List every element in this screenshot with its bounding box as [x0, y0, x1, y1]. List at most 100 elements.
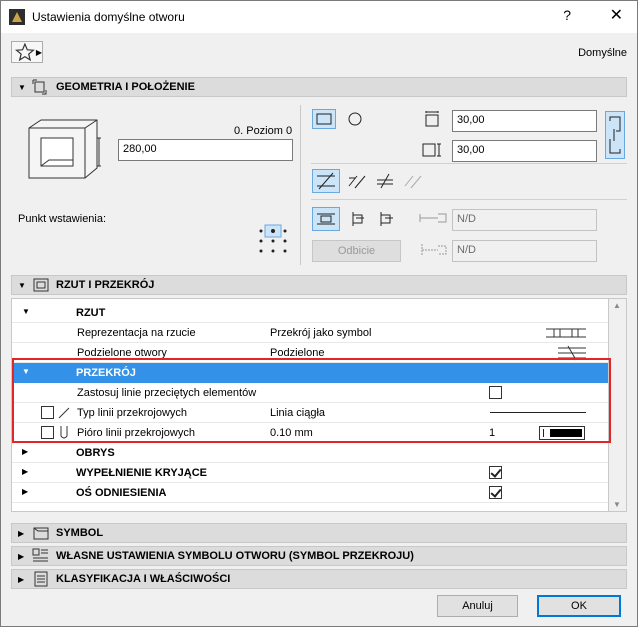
height-icon	[422, 143, 441, 157]
group-label-przekroj: PRZEKRÓJ	[76, 367, 136, 379]
settings-tree: ▼ RZUT Reprezentacja na rzucie Przekrój …	[11, 298, 609, 512]
orientation-button-4[interactable]	[401, 171, 425, 191]
group-label-obrys: OBRYS	[76, 447, 115, 459]
row-value: Podzielone	[270, 347, 325, 359]
reference-axis-checkbox[interactable]	[489, 486, 502, 499]
mirror-button[interactable]: Odbicie	[312, 240, 401, 262]
split-opening-icon	[558, 345, 586, 361]
plan-section-title: RZUT I PRZEKRÓJ	[56, 279, 155, 291]
geometry-section-header[interactable]: ▼ GEOMETRIA I POŁOŻENIE	[11, 77, 627, 97]
rectangle-shape-button[interactable]	[312, 109, 336, 129]
line-type-icon	[58, 407, 70, 419]
anchor-point-grid-icon[interactable]	[255, 223, 291, 257]
expand-arrow-icon: ▶	[22, 487, 29, 496]
level-label: 0. Poziom 0	[234, 125, 293, 137]
reveal-right-icon	[380, 212, 393, 226]
scroll-up-icon[interactable]: ▲	[613, 301, 621, 310]
pen-number: 1	[489, 427, 496, 439]
opening-preview-icon	[28, 119, 101, 179]
custom-settings-section-header[interactable]: ▶ WŁASNE USTAWIENIA SYMBOLU OTWORU (SYMB…	[11, 546, 627, 566]
chain-link-icon	[609, 116, 621, 154]
app-icon	[9, 9, 25, 25]
tree-group-przekroj[interactable]: ▼ PRZEKRÓJ	[12, 363, 608, 383]
expand-arrow-icon: ▼	[18, 280, 26, 290]
cross-lines-icon	[317, 172, 335, 190]
offset-icon-1	[419, 213, 447, 223]
group-label-os: OŚ ODNIESIENIA	[76, 487, 167, 499]
expand-arrow-icon: ▶	[18, 574, 25, 584]
diagonal-lines-icon	[348, 175, 366, 189]
tree-group-wypelnienie[interactable]: ▶ WYPEŁNIENIE KRYJĄCE	[12, 463, 608, 483]
faded-lines-icon	[404, 175, 422, 189]
cancel-button[interactable]: Anuluj	[437, 595, 518, 617]
slash-lines-icon	[377, 173, 393, 189]
insertion-point-label: Punkt wstawienia:	[18, 213, 107, 225]
nd-input-2: N/D	[452, 240, 597, 262]
scroll-down-icon[interactable]: ▼	[613, 500, 621, 509]
title-bar: Ustawienia domyślne otworu ? ✕	[1, 1, 637, 33]
orientation-button-2[interactable]	[345, 171, 369, 191]
line-preview	[490, 412, 586, 413]
row-value: 0.10 mm	[270, 427, 313, 439]
expand-arrow-icon: ▶	[18, 551, 25, 561]
row-link-checkbox[interactable]	[41, 406, 54, 419]
cover-fill-checkbox[interactable]	[489, 466, 502, 479]
expand-arrow-icon: ▼	[18, 82, 26, 92]
pen-color-swatch[interactable]	[539, 426, 585, 440]
horizontal-divider	[311, 163, 627, 164]
depth-input[interactable]: 30,00	[452, 140, 597, 162]
width-input[interactable]: 30,00	[452, 110, 597, 132]
collapse-arrow-icon: ▼	[22, 367, 30, 376]
classification-icon	[34, 571, 48, 587]
classification-title: KLASYFIKACJA I WŁAŚCIWOŚCI	[56, 573, 231, 585]
reveal-button-2[interactable]	[347, 209, 371, 229]
row-label: Podzielone otwory	[77, 347, 167, 359]
reveal-left-icon	[352, 212, 364, 226]
classification-section-header[interactable]: ▶ KLASYFIKACJA I WŁAŚCIWOŚCI	[11, 569, 627, 589]
plan-section-icon	[33, 278, 49, 292]
reveal-button-1[interactable]	[312, 207, 340, 231]
tree-row[interactable]: Zastosuj linie przeciętych elementów	[12, 383, 608, 403]
plan-section-header[interactable]: ▼ RZUT I PRZEKRÓJ	[11, 275, 627, 295]
tree-group-obrys[interactable]: ▶ OBRYS	[12, 443, 608, 463]
pen-icon	[60, 426, 68, 439]
row-label: Reprezentacja na rzucie	[77, 327, 196, 339]
height-input[interactable]: 280,00	[118, 139, 293, 161]
tree-scrollbar[interactable]: ▲ ▼	[609, 298, 627, 512]
tree-row[interactable]: Pióro linii przekrojowych 0.10 mm 1	[12, 423, 608, 443]
close-button[interactable]: ✕	[610, 5, 623, 25]
row-value: Przekrój jako symbol	[270, 327, 372, 339]
geometry-title: GEOMETRIA I POŁOŻENIE	[56, 81, 195, 93]
reveal-button-3[interactable]	[374, 209, 398, 229]
tree-group-rzut[interactable]: ▼ RZUT	[12, 303, 608, 323]
circle-shape-button[interactable]	[343, 109, 367, 129]
tree-row[interactable]: Reprezentacja na rzucie Przekrój jako sy…	[12, 323, 608, 343]
horizontal-divider-2	[311, 199, 627, 200]
tree-row[interactable]: Podzielone otwory Podzielone	[12, 343, 608, 363]
orientation-button-1[interactable]	[312, 169, 340, 193]
favorites-button[interactable]: ▶	[11, 41, 43, 63]
symbol-icon	[33, 527, 49, 540]
custom-settings-title: WŁASNE USTAWIENIA SYMBOLU OTWORU (SYMBOL…	[56, 550, 414, 562]
nd-input-1: N/D	[452, 209, 597, 231]
rectangle-icon	[316, 113, 332, 125]
tree-group-os[interactable]: ▶ OŚ ODNIESIENIA	[12, 483, 608, 503]
reveal-both-icon	[317, 213, 335, 225]
symbol-preview-icon	[546, 328, 586, 338]
width-icon	[425, 111, 439, 127]
window-title: Ustawienia domyślne otworu	[32, 10, 185, 24]
symbol-section-header[interactable]: ▶ SYMBOL	[11, 523, 627, 543]
orientation-button-3[interactable]	[373, 171, 397, 191]
defaults-label: Domyślne	[578, 47, 627, 59]
dialog-window: Ustawienia domyślne otworu ? ✕ ▶ Domyśln…	[0, 0, 638, 627]
apply-cut-lines-checkbox[interactable]	[489, 386, 502, 399]
row-link-checkbox[interactable]	[41, 426, 54, 439]
offset-icon-2	[421, 244, 447, 256]
circle-icon	[348, 112, 362, 126]
link-dimensions-button[interactable]	[605, 111, 625, 159]
ok-button[interactable]: OK	[537, 595, 621, 617]
row-label: Zastosuj linie przeciętych elementów	[77, 387, 257, 399]
tree-row[interactable]: Typ linii przekrojowych Linia ciągła	[12, 403, 608, 423]
expand-arrow-icon: ▶	[22, 467, 29, 476]
help-button[interactable]: ?	[563, 7, 571, 23]
